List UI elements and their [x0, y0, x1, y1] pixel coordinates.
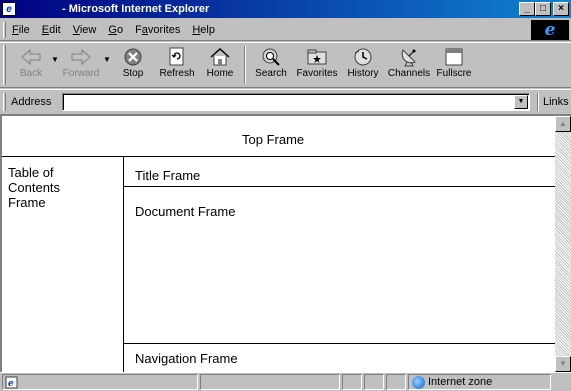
- document-frame-label: Document Frame: [135, 204, 236, 219]
- status-progress-pane: [200, 374, 340, 390]
- address-bar: Address ▼ Links: [0, 89, 571, 113]
- vertical-scrollbar[interactable]: ▲ ▼: [555, 116, 571, 372]
- menu-bar: File Edit View Go Favorites Help e: [0, 19, 571, 41]
- toc-label-line3: Frame: [8, 195, 46, 210]
- channels-button[interactable]: Channels: [384, 43, 434, 87]
- address-dropdown-button[interactable]: ▼: [514, 95, 528, 109]
- favorites-folder-icon: [307, 49, 327, 65]
- window-title-bar[interactable]: e - Microsoft Internet Explorer _ □ ×: [0, 0, 571, 18]
- status-pane-3: [386, 374, 406, 390]
- fullscreen-icon: [445, 48, 463, 66]
- status-pane-2: [364, 374, 384, 390]
- favorites-label: Favorites: [296, 68, 338, 79]
- history-clock-icon: [354, 48, 372, 66]
- search-label: Search: [255, 68, 287, 79]
- svg-text:e: e: [8, 379, 14, 389]
- forward-button[interactable]: Forward: [60, 43, 102, 87]
- toc-frame-label: Table of Contents Frame: [8, 165, 60, 210]
- home-icon: [210, 47, 230, 66]
- status-zone-pane[interactable]: Internet zone: [408, 374, 551, 390]
- history-button[interactable]: History: [342, 43, 384, 87]
- refresh-button[interactable]: Refresh: [154, 43, 200, 87]
- ie-page-icon: e: [5, 376, 18, 389]
- forward-label: Forward: [62, 68, 100, 79]
- stop-icon: [124, 48, 142, 66]
- navigation-frame-label: Navigation Frame: [135, 351, 238, 366]
- channels-label: Channels: [387, 68, 431, 79]
- forward-arrow-icon: [71, 48, 91, 66]
- refresh-icon: [169, 47, 184, 66]
- back-button[interactable]: Back: [12, 43, 50, 87]
- back-dropdown-arrow[interactable]: ▼: [50, 55, 60, 64]
- minimize-button[interactable]: _: [519, 2, 535, 16]
- standard-toolbar: Back ▼ Forward ▼ Stop Refresh Home Searc…: [0, 42, 571, 88]
- search-button[interactable]: Search: [250, 43, 292, 87]
- top-frame-label: Top Frame: [242, 132, 305, 147]
- status-pane-1: [342, 374, 362, 390]
- toc-label-line2: Contents: [8, 180, 61, 195]
- close-button[interactable]: ×: [553, 2, 569, 16]
- stop-label: Stop: [122, 68, 144, 79]
- fullscreen-button[interactable]: Fullscre: [434, 43, 474, 87]
- stop-button[interactable]: Stop: [112, 43, 154, 87]
- address-input[interactable]: ▼: [62, 93, 530, 111]
- forward-dropdown-arrow[interactable]: ▼: [102, 55, 112, 64]
- maximize-button[interactable]: □: [535, 2, 551, 16]
- menu-help[interactable]: Help: [186, 24, 221, 36]
- menu-go[interactable]: Go: [102, 24, 129, 36]
- zone-label: Internet zone: [428, 376, 493, 388]
- refresh-label: Refresh: [159, 68, 195, 79]
- fullscreen-label: Fullscre: [436, 68, 472, 79]
- title-frame-border[interactable]: [123, 186, 557, 187]
- toolbar-grip[interactable]: [3, 45, 6, 85]
- window-title: - Microsoft Internet Explorer: [62, 3, 210, 15]
- addressbar-grip[interactable]: [3, 92, 6, 111]
- back-arrow-icon: [21, 48, 41, 66]
- scroll-down-button[interactable]: ▼: [555, 356, 571, 372]
- home-label: Home: [206, 68, 234, 79]
- search-globe-icon: [262, 48, 280, 66]
- favorites-button[interactable]: Favorites: [292, 43, 342, 87]
- home-button[interactable]: Home: [200, 43, 240, 87]
- scroll-up-button[interactable]: ▲: [555, 116, 571, 132]
- status-bar: e Internet zone: [0, 372, 571, 391]
- internet-zone-globe-icon: [412, 375, 425, 389]
- menu-view[interactable]: View: [67, 24, 103, 36]
- history-label: History: [347, 68, 379, 79]
- links-separator: [537, 93, 539, 111]
- menu-file[interactable]: File: [6, 24, 36, 36]
- menu-favorites[interactable]: Favorites: [129, 24, 186, 36]
- ie-throbber-logo: e: [531, 20, 569, 40]
- links-button[interactable]: Links: [543, 96, 569, 108]
- toc-frame-border[interactable]: [123, 156, 124, 372]
- back-label: Back: [19, 68, 43, 79]
- title-frame-label: Title Frame: [135, 168, 201, 183]
- document-frame-border[interactable]: [123, 343, 557, 344]
- frameset-content: Top Frame Table of Contents Frame Title …: [0, 114, 571, 372]
- toc-label-line1: Table of: [8, 165, 54, 180]
- top-frame-border[interactable]: [2, 156, 557, 157]
- ie-app-icon[interactable]: e: [2, 2, 16, 16]
- status-text-pane: e: [2, 374, 198, 390]
- menu-edit[interactable]: Edit: [36, 24, 67, 36]
- channels-satellite-icon: [401, 49, 416, 67]
- toolbar-separator: [244, 46, 246, 84]
- address-label: Address: [11, 95, 52, 108]
